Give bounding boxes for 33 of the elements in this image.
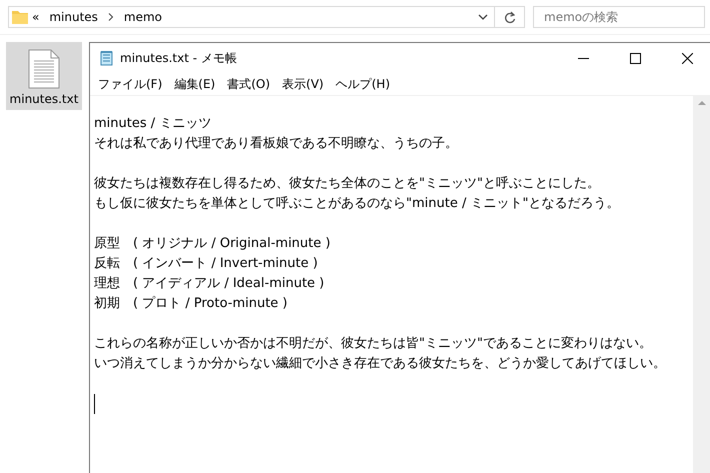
menu-item[interactable]: 書式(O)	[221, 74, 276, 94]
close-icon	[682, 52, 692, 64]
folder-icon	[12, 10, 28, 24]
address-bar[interactable]: « minutes memo	[8, 6, 525, 28]
maximize-icon	[630, 52, 640, 64]
text-line: いつ消えてしまうか分からない繊細で小さき存在である彼女たちを、どうか愛してあげてほしい。	[94, 355, 666, 373]
search-field[interactable]: memoの検索	[533, 6, 705, 28]
document-icon	[28, 49, 60, 89]
breadcrumb-item[interactable]: minutes	[49, 10, 98, 24]
file-item[interactable]: minutes.txt	[6, 42, 82, 110]
text-line: これらの名称が正しいか否かは不明だが、彼女たちは皆"ミニッツ"であることに変わりはない。	[94, 335, 652, 353]
text-line: 原型 ( オリジナル / Original-minute )	[94, 235, 330, 253]
menu-item[interactable]: 表示(V)	[276, 74, 330, 94]
menu-item[interactable]: ファイル(F)	[92, 74, 168, 94]
text-line: 理想 ( アイディアル / Ideal-minute )	[94, 275, 324, 293]
window-title: minutes.txt - メモ帳	[120, 50, 238, 66]
breadcrumb-item[interactable]: memo	[124, 10, 162, 24]
notepad-icon	[98, 50, 114, 66]
text-cursor	[94, 394, 95, 414]
dropdown-icon[interactable]	[478, 14, 488, 20]
menu-item[interactable]: 編集(E)	[168, 74, 222, 94]
scrollbar[interactable]	[693, 96, 710, 473]
menu-item[interactable]: ヘルプ(H)	[330, 74, 396, 94]
text-line: minutes / ミニッツ	[94, 115, 212, 133]
chevron-icon	[108, 13, 114, 21]
text-line: それは私であり代理であり看板娘である不明瞭な、うちの子。	[94, 135, 458, 153]
text-line: もし仮に彼女たちを単体として呼ぶことがあるのなら"minute / ミニット"となるだろう。	[94, 195, 620, 213]
refresh-icon	[504, 10, 516, 24]
text-line: 彼女たちは複数存在し得るため、彼女たち全体のことを"ミニッツ"と呼ぶことにした。	[94, 175, 600, 193]
overflow-chevron[interactable]: «	[32, 10, 40, 24]
file-name: minutes.txt	[10, 92, 78, 106]
text-line: 初期 ( プロト / Proto-minute )	[94, 295, 288, 313]
text-line: 反転 ( インバート / Invert-minute )	[94, 255, 318, 273]
